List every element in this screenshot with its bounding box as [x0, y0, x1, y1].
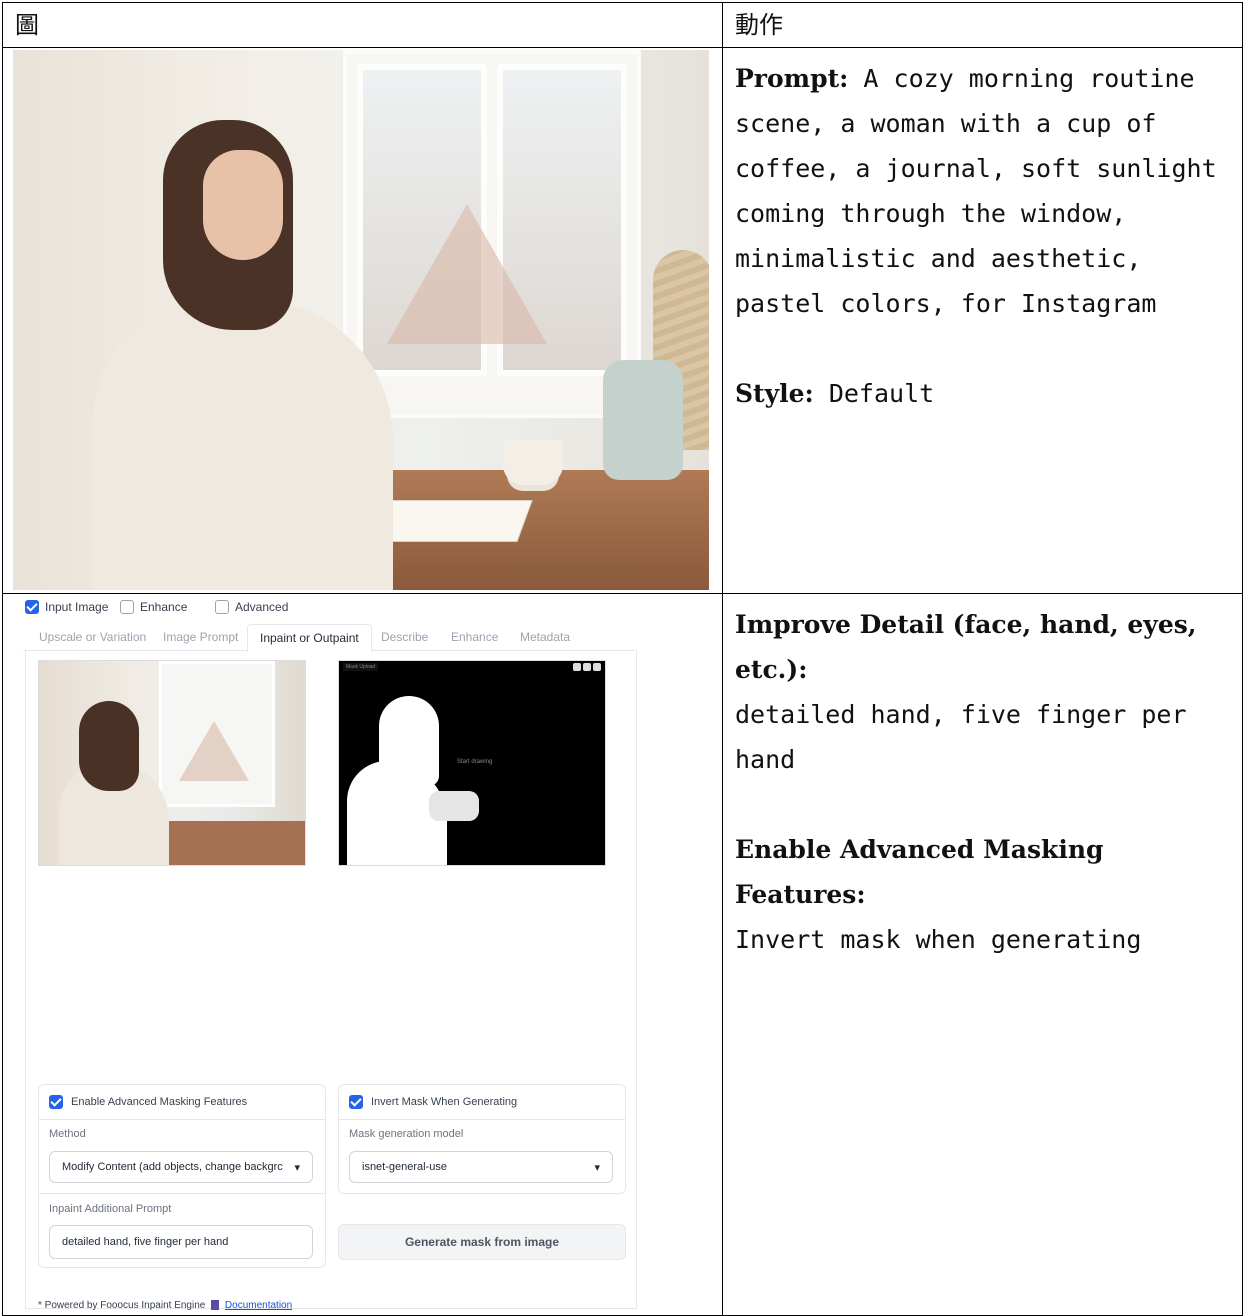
inpaint-prompt-value: detailed hand, five finger per hand	[62, 1236, 229, 1248]
enable-masking-checkbox[interactable]: Enable Advanced Masking Features	[39, 1085, 325, 1120]
book-icon	[211, 1300, 220, 1311]
fooocus-ui-screenshot: Input Image Enhance Advanced Upscale or …	[3, 594, 723, 1314]
chevron-down-icon: ▾	[294, 1161, 300, 1174]
tab-enhance[interactable]: Enhance	[451, 624, 498, 650]
woman	[53, 110, 393, 590]
morning-routine-photo	[13, 50, 709, 590]
tab-inpaint[interactable]: Inpaint or Outpaint	[247, 624, 372, 652]
enhance-checkbox[interactable]: Enhance	[120, 600, 187, 614]
chevron-down-icon: ▾	[594, 1161, 600, 1174]
invert-mask-checkbox[interactable]: Invert Mask When Generating	[339, 1085, 625, 1120]
tab-upscale[interactable]: Upscale or Variation	[39, 624, 146, 650]
prompt-text: A cozy morning routine scene, a woman wi…	[735, 64, 1217, 318]
method-value: Modify Content (add objects, change back…	[62, 1161, 283, 1173]
masking-label: Enable Advanced Masking Features:	[735, 835, 1104, 909]
checkbox-icon	[49, 1095, 63, 1109]
tab-describe[interactable]: Describe	[381, 624, 428, 650]
figure-cell-2: Input Image Enhance Advanced Upscale or …	[2, 593, 723, 1316]
action-cell-2: Improve Detail (face, hand, eyes, etc.):…	[722, 593, 1243, 1316]
inpaint-prompt-label: Inpaint Additional Prompt	[49, 1203, 172, 1215]
checkbox-label: Enhance	[140, 600, 188, 614]
inpaint-panel: Mask Upload Start drawing Enable Advance…	[25, 650, 637, 1311]
documentation-link[interactable]: Documentation	[225, 1300, 292, 1311]
generate-mask-button[interactable]: Generate mask from image	[338, 1224, 626, 1260]
checkbox-label: Advanced	[235, 600, 289, 614]
improve-detail-text: detailed hand, five finger per hand	[735, 700, 1187, 774]
prompt-label: Prompt:	[735, 64, 849, 93]
tab-metadata[interactable]: Metadata	[520, 624, 570, 650]
inpaint-prompt-input[interactable]: detailed hand, five finger per hand	[49, 1225, 313, 1259]
checkbox-icon	[215, 600, 229, 614]
masking-text: Invert mask when generating	[735, 925, 1142, 954]
mask-model-label: Mask generation model	[349, 1128, 464, 1140]
checkbox-icon	[349, 1095, 363, 1109]
mask-canvas[interactable]: Mask Upload Start drawing	[338, 660, 606, 866]
figure-cell-1	[2, 47, 723, 594]
document-table: 圖 動作 Prompt: A cozy morning routine scen…	[2, 2, 1243, 1316]
tab-image-prompt[interactable]: Image Prompt	[163, 624, 238, 650]
input-image[interactable]	[38, 660, 306, 866]
advanced-checkbox[interactable]: Advanced	[215, 600, 288, 614]
coffee-cup	[503, 440, 563, 485]
improve-detail-label: Improve Detail (face, hand, eyes, etc.):	[735, 610, 1197, 684]
footer-text: * Powered by Fooocus Inpaint Engine	[38, 1300, 206, 1311]
action-cell-1: Prompt: A cozy morning routine scene, a …	[722, 47, 1243, 594]
start-drawing-hint: Start drawing	[457, 759, 493, 765]
enable-masking-label: Enable Advanced Masking Features	[71, 1096, 248, 1108]
header-figure: 圖	[2, 2, 723, 48]
mask-model-value: isnet-general-use	[362, 1161, 447, 1173]
tab-bar: Upscale or Variation Image Prompt Inpain…	[23, 624, 635, 652]
mask-model-select[interactable]: isnet-general-use ▾	[349, 1151, 613, 1183]
jug	[603, 360, 683, 480]
style-label: Style:	[735, 379, 814, 408]
footer: * Powered by Fooocus Inpaint Engine Docu…	[38, 1300, 292, 1311]
mask-model-box: Invert Mask When Generating Mask generat…	[338, 1084, 626, 1194]
input-image-checkbox[interactable]: Input Image	[25, 600, 108, 614]
header-action: 動作	[722, 2, 1243, 48]
window	[343, 50, 641, 418]
checkbox-icon	[25, 600, 39, 614]
canvas-tools[interactable]	[573, 663, 601, 671]
mask-upload-tag: Mask Upload	[343, 663, 379, 671]
method-label: Method	[49, 1128, 86, 1140]
invert-mask-label: Invert Mask When Generating	[371, 1096, 518, 1108]
masking-box: Enable Advanced Masking Features Method …	[38, 1084, 326, 1268]
checkbox-icon	[120, 600, 134, 614]
checkbox-label: Input Image	[45, 600, 109, 614]
style-value: Default	[828, 379, 935, 408]
method-select[interactable]: Modify Content (add objects, change back…	[49, 1151, 313, 1183]
